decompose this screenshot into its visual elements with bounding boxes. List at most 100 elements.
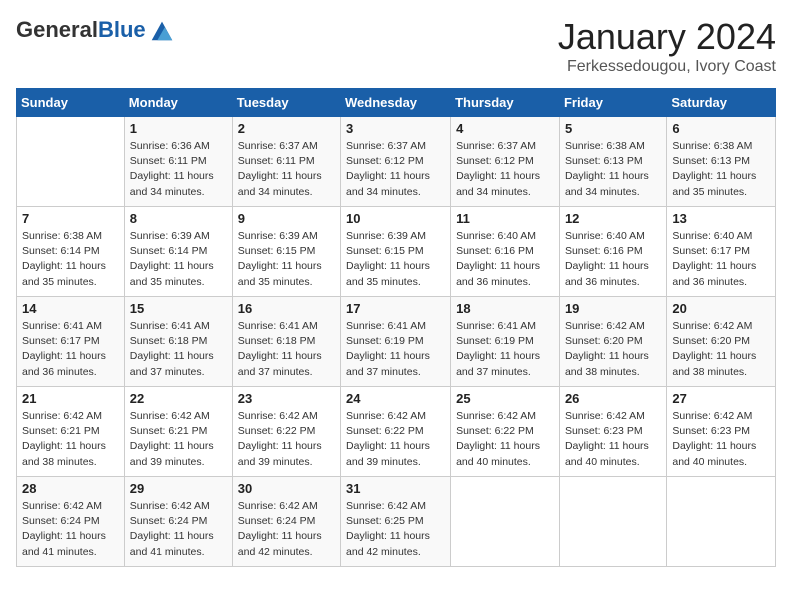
- day-number: 22: [130, 391, 227, 406]
- day-info: Sunrise: 6:42 AMSunset: 6:22 PMDaylight:…: [346, 409, 445, 470]
- day-info: Sunrise: 6:42 AMSunset: 6:25 PMDaylight:…: [346, 499, 445, 560]
- col-header-thursday: Thursday: [451, 89, 560, 117]
- day-number: 18: [456, 301, 554, 316]
- calendar-cell: 8 Sunrise: 6:39 AMSunset: 6:14 PMDaylight…: [124, 207, 232, 297]
- day-number: 19: [565, 301, 661, 316]
- day-number: 29: [130, 481, 227, 496]
- day-info: Sunrise: 6:38 AMSunset: 6:13 PMDaylight:…: [565, 139, 661, 200]
- day-info: Sunrise: 6:42 AMSunset: 6:20 PMDaylight:…: [565, 319, 661, 380]
- calendar-cell: 9Sunrise: 6:39 AMSunset: 6:15 PMDaylight…: [232, 207, 340, 297]
- day-number: 30: [238, 481, 335, 496]
- col-header-wednesday: Wednesday: [341, 89, 451, 117]
- day-number: 13: [672, 211, 770, 226]
- calendar-cell: 5Sunrise: 6:38 AMSunset: 6:13 PMDaylight…: [559, 117, 666, 207]
- day-info: Sunrise: 6:36 AMSunset: 6:11 PMDaylight:…: [130, 139, 227, 200]
- day-number: 8: [130, 211, 227, 226]
- day-number: 28: [22, 481, 119, 496]
- day-number: 27: [672, 391, 770, 406]
- day-info: Sunrise: 6:41 AMSunset: 6:18 PMDaylight:…: [130, 319, 227, 380]
- day-number: 15: [130, 301, 227, 316]
- day-number: 11: [456, 211, 554, 226]
- day-number: 2: [238, 121, 335, 136]
- day-info: Sunrise: 6:42 AMSunset: 6:24 PMDaylight:…: [22, 499, 119, 560]
- calendar-cell: 2 Sunrise: 6:37 AMSunset: 6:11 PMDaylight…: [232, 117, 340, 207]
- calendar-cell: 6 Sunrise: 6:38 AMSunset: 6:13 PMDaylight…: [667, 117, 776, 207]
- calendar-cell: 16 Sunrise: 6:41 AMSunset: 6:18 PMDayligh…: [232, 297, 340, 387]
- title-block: January 2024 Ferkessedougou, Ivory Coast: [558, 16, 776, 76]
- calendar-cell: 14 Sunrise: 6:41 AMSunset: 6:17 PMDayligh…: [17, 297, 125, 387]
- day-info: Sunrise: 6:40 AMSunset: 6:16 PMDaylight:…: [565, 229, 661, 290]
- day-number: 6: [672, 121, 770, 136]
- day-info: Sunrise: 6:37 AMSunset: 6:12 PMDaylight:…: [346, 139, 445, 200]
- day-info: Sunrise: 6:41 AMSunset: 6:18 PMDaylight:…: [238, 319, 335, 380]
- day-number: 23: [238, 391, 335, 406]
- day-info: Sunrise: 6:39 AMSunset: 6:15 PMDaylight:…: [346, 229, 445, 290]
- day-number: 10: [346, 211, 445, 226]
- calendar-cell: [451, 477, 560, 567]
- calendar-cell: 1 Sunrise: 6:36 AMSunset: 6:11 PMDaylight…: [124, 117, 232, 207]
- logo-blue-text: Blue: [98, 17, 146, 42]
- calendar-cell: 3 Sunrise: 6:37 AMSunset: 6:12 PMDaylight…: [341, 117, 451, 207]
- day-info: Sunrise: 6:38 AMSunset: 6:13 PMDaylight:…: [672, 139, 770, 200]
- calendar-cell: 22 Sunrise: 6:42 AMSunset: 6:21 PMDayligh…: [124, 387, 232, 477]
- calendar-cell: 23 Sunrise: 6:42 AMSunset: 6:22 PMDayligh…: [232, 387, 340, 477]
- day-info: Sunrise: 6:42 AMSunset: 6:24 PMDaylight:…: [130, 499, 227, 560]
- day-number: 16: [238, 301, 335, 316]
- day-info: Sunrise: 6:42 AMSunset: 6:23 PMDaylight:…: [672, 409, 770, 470]
- day-info: Sunrise: 6:42 AMSunset: 6:21 PMDaylight:…: [130, 409, 227, 470]
- calendar-cell: 15 Sunrise: 6:41 AMSunset: 6:18 PMDayligh…: [124, 297, 232, 387]
- calendar-cell: 29 Sunrise: 6:42 AMSunset: 6:24 PMDayligh…: [124, 477, 232, 567]
- col-header-monday: Monday: [124, 89, 232, 117]
- day-number: 14: [22, 301, 119, 316]
- day-number: 7: [22, 211, 119, 226]
- day-number: 17: [346, 301, 445, 316]
- day-info: Sunrise: 6:37 AMSunset: 6:12 PMDaylight:…: [456, 139, 554, 200]
- day-info: Sunrise: 6:42 AMSunset: 6:20 PMDaylight:…: [672, 319, 770, 380]
- day-number: 21: [22, 391, 119, 406]
- day-info: Sunrise: 6:40 AMSunset: 6:17 PMDaylight:…: [672, 229, 770, 290]
- calendar-cell: 21 Sunrise: 6:42 AMSunset: 6:21 PMDayligh…: [17, 387, 125, 477]
- day-number: 9: [238, 211, 335, 226]
- day-info: Sunrise: 6:39 AMSunset: 6:14 PMDaylight:…: [130, 229, 227, 290]
- page-header: GeneralBlue January 2024 Ferkessedougou,…: [16, 16, 776, 76]
- col-header-tuesday: Tuesday: [232, 89, 340, 117]
- day-info: Sunrise: 6:41 AMSunset: 6:17 PMDaylight:…: [22, 319, 119, 380]
- day-info: Sunrise: 6:40 AMSunset: 6:16 PMDaylight:…: [456, 229, 554, 290]
- day-number: 20: [672, 301, 770, 316]
- day-info: Sunrise: 6:41 AMSunset: 6:19 PMDaylight:…: [346, 319, 445, 380]
- calendar-title: January 2024: [558, 16, 776, 58]
- day-info: Sunrise: 6:42 AMSunset: 6:23 PMDaylight:…: [565, 409, 661, 470]
- logo-icon: [148, 16, 176, 44]
- calendar-cell: 19 Sunrise: 6:42 AMSunset: 6:20 PMDayligh…: [559, 297, 666, 387]
- day-number: 24: [346, 391, 445, 406]
- col-header-saturday: Saturday: [667, 89, 776, 117]
- calendar-cell: [667, 477, 776, 567]
- logo-general-text: General: [16, 17, 98, 42]
- calendar-subtitle: Ferkessedougou, Ivory Coast: [558, 58, 776, 76]
- calendar-cell: 18 Sunrise: 6:41 AMSunset: 6:19 PMDayligh…: [451, 297, 560, 387]
- day-number: 1: [130, 121, 227, 136]
- calendar-cell: [559, 477, 666, 567]
- day-number: 31: [346, 481, 445, 496]
- day-number: 4: [456, 121, 554, 136]
- col-header-friday: Friday: [559, 89, 666, 117]
- day-info: Sunrise: 6:42 AMSunset: 6:22 PMDaylight:…: [238, 409, 335, 470]
- day-info: Sunrise: 6:41 AMSunset: 6:19 PMDaylight:…: [456, 319, 554, 380]
- calendar-cell: 7 Sunrise: 6:38 AMSunset: 6:14 PMDaylight…: [17, 207, 125, 297]
- calendar-cell: 12 Sunrise: 6:40 AMSunset: 6:16 PMDayligh…: [559, 207, 666, 297]
- day-info: Sunrise: 6:38 AMSunset: 6:14 PMDaylight:…: [22, 229, 119, 290]
- day-number: 12: [565, 211, 661, 226]
- day-number: 3: [346, 121, 445, 136]
- day-info: Sunrise: 6:42 AMSunset: 6:24 PMDaylight:…: [238, 499, 335, 560]
- calendar-table: SundayMondayTuesdayWednesdayThursdayFrid…: [16, 88, 776, 567]
- calendar-cell: [17, 117, 125, 207]
- col-header-sunday: Sunday: [17, 89, 125, 117]
- day-info: Sunrise: 6:42 AMSunset: 6:22 PMDaylight:…: [456, 409, 554, 470]
- day-info: Sunrise: 6:42 AMSunset: 6:21 PMDaylight:…: [22, 409, 119, 470]
- calendar-cell: 10 Sunrise: 6:39 AMSunset: 6:15 PMDayligh…: [341, 207, 451, 297]
- day-number: 25: [456, 391, 554, 406]
- calendar-cell: 11 Sunrise: 6:40 AMSunset: 6:16 PMDayligh…: [451, 207, 560, 297]
- calendar-cell: 27 Sunrise: 6:42 AMSunset: 6:23 PMDayligh…: [667, 387, 776, 477]
- calendar-cell: 4 Sunrise: 6:37 AMSunset: 6:12 PMDaylight…: [451, 117, 560, 207]
- day-info: Sunrise: 6:37 AMSunset: 6:11 PMDaylight:…: [238, 139, 335, 200]
